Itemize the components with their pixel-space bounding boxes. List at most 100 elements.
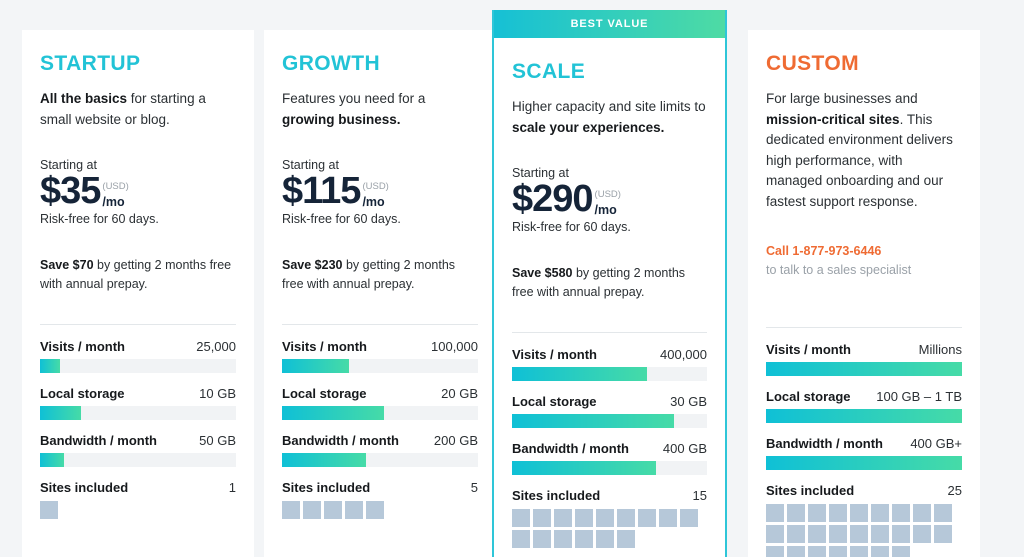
price-block-startup: Starting at $35 (USD) /mo Risk-free for … xyxy=(40,158,236,226)
feature-value: 15 xyxy=(692,487,707,503)
plan-tagline-custom: For large businesses and mission-critica… xyxy=(766,89,962,212)
risk-free-note: Risk-free for 60 days. xyxy=(40,212,159,227)
feature-bar-fill xyxy=(40,405,82,420)
savings-note-startup: Save $70 by getting 2 months free with a… xyxy=(40,256,236,294)
feature-label: Local storage xyxy=(512,393,597,409)
site-square xyxy=(871,545,889,557)
feature-label: Bandwidth / month xyxy=(512,440,629,456)
feature-bar-fill xyxy=(766,361,962,376)
plan-slot-custom: CUSTOM For large businesses and mission-… xyxy=(726,0,980,557)
feature-label: Local storage xyxy=(766,388,851,404)
feature-bar-track xyxy=(766,361,962,376)
feature-bar-track xyxy=(40,405,236,420)
site-square xyxy=(617,508,635,527)
site-square xyxy=(850,503,868,522)
feature-label: Visits / month xyxy=(512,346,597,362)
plan-card-startup[interactable]: STARTUP All the basics for starting a sm… xyxy=(22,30,254,557)
feature-bar-fill xyxy=(282,405,384,420)
plan-slot-growth: GROWTH Features you need for a growing b… xyxy=(242,0,496,557)
plan-card-growth[interactable]: GROWTH Features you need for a growing b… xyxy=(264,30,496,557)
site-square xyxy=(871,524,889,543)
feature-value: 10 GB xyxy=(199,385,236,401)
feature-bar-fill xyxy=(766,455,962,470)
site-square xyxy=(850,524,868,543)
plan-name-startup: STARTUP xyxy=(40,52,141,75)
price-amount: $115 xyxy=(282,170,361,213)
plan-tagline-startup: All the basics for starting a small webs… xyxy=(40,89,236,130)
feature-bar-fill xyxy=(40,358,60,373)
tagline-emphasis: growing business. xyxy=(282,111,401,127)
pricing-table: STARTUP All the basics for starting a sm… xyxy=(0,0,1024,557)
site-square xyxy=(934,524,952,543)
price-amount: $35 xyxy=(40,170,101,213)
feature-bar-fill xyxy=(512,413,674,428)
price-block-growth: Starting at $115 (USD) /mo Risk-free for… xyxy=(282,158,478,226)
feature-label: Sites included xyxy=(282,479,371,495)
feature-head: Bandwidth / month 400 GB xyxy=(512,441,707,456)
feature-value: 50 GB xyxy=(199,432,236,448)
currency-label: (USD) xyxy=(362,181,389,193)
plan-card-custom[interactable]: CUSTOM For large businesses and mission-… xyxy=(748,30,980,557)
savings-amount: Save $70 xyxy=(40,258,94,273)
feature-bandwidth: Bandwidth / month 400 GB+ xyxy=(766,436,962,470)
feature-label: Sites included xyxy=(512,487,601,503)
tagline-lead: Features you need for a xyxy=(282,91,426,106)
feature-value: 200 GB xyxy=(433,432,478,448)
feature-head: Visits / month 400,000 xyxy=(512,347,707,362)
feature-value: 100 GB – 1 TB xyxy=(876,388,962,404)
feature-bar-track xyxy=(512,460,707,475)
feature-head: Visits / month Millions xyxy=(766,342,962,357)
site-square xyxy=(892,545,910,557)
feature-head: Visits / month 100,000 xyxy=(282,339,478,354)
plan-name-growth: GROWTH xyxy=(282,52,381,75)
site-square xyxy=(808,524,826,543)
site-square xyxy=(575,508,593,527)
feature-sites: Sites included 25 xyxy=(766,483,962,557)
feature-bar-fill xyxy=(512,366,647,381)
savings-note-scale: Save $580 by getting 2 months free with … xyxy=(512,264,707,302)
sites-grid xyxy=(766,503,962,557)
feature-bar-fill xyxy=(512,460,657,475)
currency-label: (USD) xyxy=(594,189,621,201)
feature-head: Sites included 1 xyxy=(40,480,236,495)
sales-phone-subtext: to talk to a sales specialist xyxy=(766,262,912,277)
site-square xyxy=(533,508,551,527)
feature-bar-track xyxy=(282,358,478,373)
feature-storage: Local storage 20 GB xyxy=(282,386,478,420)
price-side: (USD) /mo xyxy=(102,182,128,209)
sites-grid xyxy=(512,508,707,548)
feature-head: Visits / month 25,000 xyxy=(40,339,236,354)
feature-label: Bandwidth / month xyxy=(766,435,883,451)
feature-head: Sites included 5 xyxy=(282,480,478,495)
savings-amount: Save $230 xyxy=(282,258,343,273)
plan-card-scale[interactable]: BEST VALUE SCALE Higher capacity and sit… xyxy=(492,10,727,557)
feature-value: 100,000 xyxy=(431,338,478,354)
feature-visits: Visits / month 25,000 xyxy=(40,339,236,373)
site-square xyxy=(766,503,784,522)
site-square xyxy=(533,529,551,548)
feature-head: Local storage 10 GB xyxy=(40,386,236,401)
site-square xyxy=(554,508,572,527)
per-month-label: /mo xyxy=(594,202,617,217)
feature-value: 5 xyxy=(470,479,478,495)
divider xyxy=(512,331,707,333)
savings-amount: Save $580 xyxy=(512,266,573,281)
site-square xyxy=(787,545,805,557)
feature-bar-track xyxy=(40,452,236,467)
site-square xyxy=(366,500,384,519)
feature-value: 30 GB xyxy=(670,393,707,409)
plan-slot-startup: STARTUP All the basics for starting a sm… xyxy=(0,0,254,557)
feature-head: Local storage 30 GB xyxy=(512,394,707,409)
feature-bar-track xyxy=(40,358,236,373)
feature-label: Local storage xyxy=(282,385,367,401)
feature-value: 20 GB xyxy=(441,385,478,401)
site-square xyxy=(850,545,868,557)
feature-bar-track xyxy=(282,405,478,420)
sales-phone-link[interactable]: Call 1-877-973-6446 xyxy=(766,242,962,261)
currency-label: (USD) xyxy=(102,181,129,193)
price-row: $115 (USD) /mo xyxy=(282,170,478,213)
feature-label: Bandwidth / month xyxy=(40,432,157,448)
feature-bandwidth: Bandwidth / month 200 GB xyxy=(282,433,478,467)
best-value-banner: BEST VALUE xyxy=(494,10,725,38)
tagline-emphasis: All the basics xyxy=(40,91,128,106)
